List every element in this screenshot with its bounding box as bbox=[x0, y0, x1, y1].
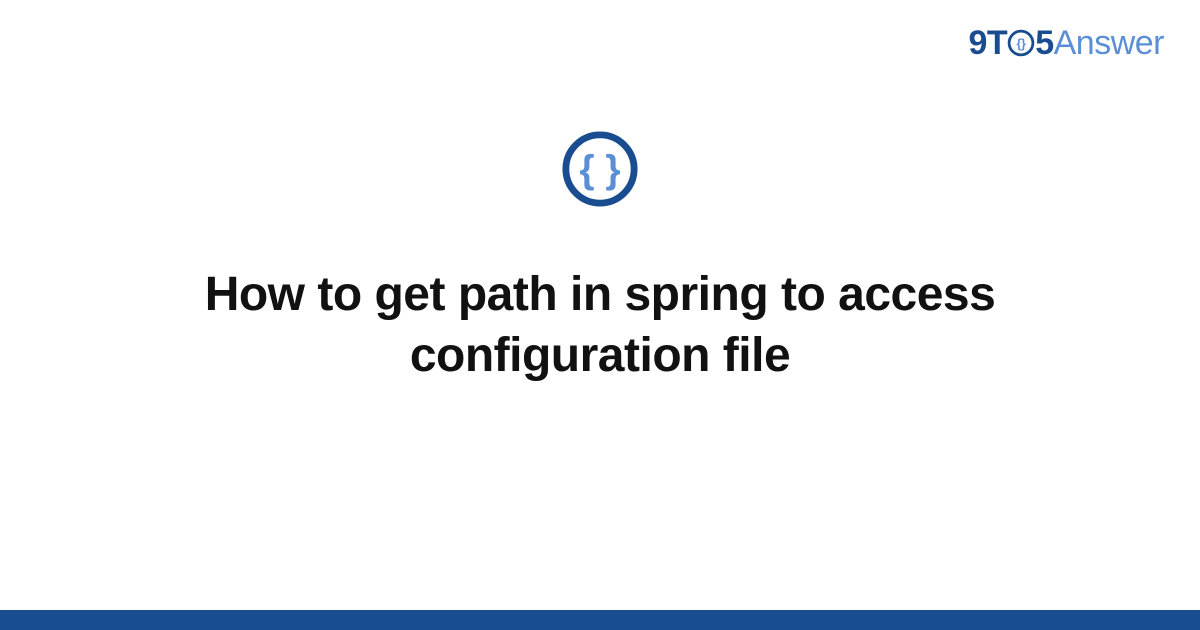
logo-part-answer: Answer bbox=[1054, 24, 1164, 62]
logo-part-five: 5 bbox=[1035, 24, 1053, 62]
footer-accent-bar bbox=[0, 610, 1200, 630]
site-logo: 9T {} 5Answer bbox=[969, 24, 1165, 63]
page-title: How to get path in spring to access conf… bbox=[150, 264, 1050, 387]
svg-text:{ }: { } bbox=[579, 149, 620, 192]
curly-braces-icon: { } bbox=[561, 130, 639, 208]
logo-part-t: T bbox=[987, 24, 1007, 62]
svg-text:{}: {} bbox=[1017, 37, 1027, 51]
main-content: { } How to get path in spring to access … bbox=[0, 130, 1200, 387]
logo-braces-o-icon: {} bbox=[1007, 29, 1035, 57]
logo-part-nine: 9 bbox=[969, 24, 987, 62]
